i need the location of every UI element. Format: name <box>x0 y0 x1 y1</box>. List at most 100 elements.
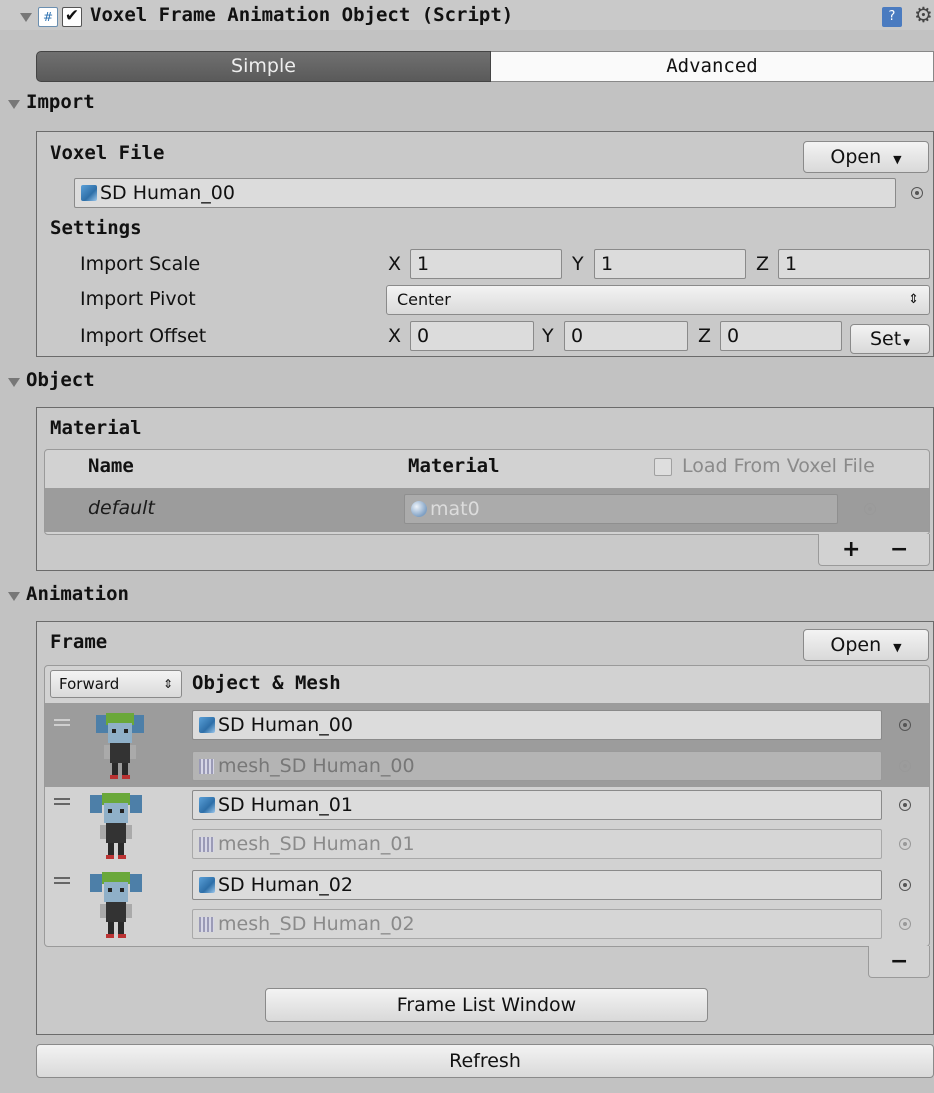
offset-y-field[interactable]: 0 <box>564 321 688 351</box>
direction-dropdown[interactable]: Forward ⇕ <box>50 670 182 698</box>
settings-label: Settings <box>50 217 142 239</box>
material-remove-button[interactable]: − <box>890 537 908 562</box>
voxel-cube-icon <box>199 797 215 813</box>
voxel-file-field[interactable]: SD Human_00 <box>74 178 896 208</box>
tab-simple[interactable]: Simple <box>36 51 491 82</box>
script-icon: # <box>38 7 58 27</box>
voxel-cube-icon <box>199 717 215 733</box>
gear-icon[interactable]: ⚙ <box>914 3 933 27</box>
mesh-icon <box>199 837 214 852</box>
load-from-voxel-checkbox[interactable] <box>654 458 672 476</box>
col-material-header: Material <box>408 455 500 477</box>
direction-value: Forward <box>59 675 120 693</box>
frame-mesh-field-1[interactable]: mesh_SD Human_01 <box>192 829 882 859</box>
frame-mesh-value-1: mesh_SD Human_01 <box>218 833 415 855</box>
frame-open-label: Open <box>830 634 882 656</box>
col-object-mesh-header: Object & Mesh <box>192 672 341 694</box>
import-section-title: Import <box>26 91 95 113</box>
object-picker-icon[interactable] <box>899 799 911 811</box>
voxel-cube-icon <box>81 185 97 201</box>
animation-section-title: Animation <box>26 583 129 605</box>
import-open-label: Open <box>830 146 882 168</box>
offset-x-field[interactable]: 0 <box>410 321 534 351</box>
mesh-icon <box>199 759 214 774</box>
frame-mesh-field-0[interactable]: mesh_SD Human_00 <box>192 751 882 781</box>
drag-handle-icon[interactable] <box>54 719 70 726</box>
object-picker-icon[interactable] <box>899 719 911 731</box>
offset-y-label: Y <box>542 325 554 347</box>
chevron-down-icon: ▼ <box>893 641 902 654</box>
offset-set-button[interactable]: Set ▼ <box>850 324 930 354</box>
offset-set-label: Set <box>869 328 902 350</box>
frame-mesh-value-0: mesh_SD Human_00 <box>218 755 415 777</box>
drag-handle-icon[interactable] <box>54 877 70 884</box>
component-title: Voxel Frame Animation Object (Script) <box>90 4 514 26</box>
scale-z-value: 1 <box>785 253 798 275</box>
scale-x-value: 1 <box>417 253 430 275</box>
offset-y-value: 0 <box>571 325 584 347</box>
foldout-arrow-icon[interactable] <box>20 13 32 22</box>
import-foldout-icon[interactable] <box>8 100 20 109</box>
import-offset-label: Import Offset <box>80 325 207 347</box>
frame-thumbnail-0 <box>96 713 144 779</box>
voxel-cube-icon <box>199 877 215 893</box>
frame-object-field-0[interactable]: SD Human_00 <box>192 710 882 740</box>
help-icon[interactable]: ? <box>882 7 902 27</box>
material-picker-icon[interactable] <box>864 503 876 515</box>
voxel-file-label: Voxel File <box>50 142 165 164</box>
import-open-button[interactable]: Open ▼ <box>803 141 929 173</box>
refresh-label: Refresh <box>449 1050 521 1072</box>
tab-advanced[interactable]: Advanced <box>491 51 934 82</box>
frame-mesh-value-2: mesh_SD Human_02 <box>218 913 415 935</box>
frame-list-window-label: Frame List Window <box>396 994 577 1016</box>
frame-label: Frame <box>50 631 108 653</box>
frame-open-button[interactable]: Open ▼ <box>803 629 929 661</box>
offset-z-value: 0 <box>727 325 740 347</box>
object-section-title: Object <box>26 369 95 391</box>
frame-object-field-1[interactable]: SD Human_01 <box>192 790 882 820</box>
scale-x-field[interactable]: 1 <box>410 249 562 279</box>
scale-z-label: Z <box>756 253 770 275</box>
material-row-name: default <box>88 497 155 519</box>
material-sphere-icon <box>411 501 427 517</box>
mesh-icon <box>199 917 214 932</box>
frame-object-value-1: SD Human_01 <box>218 794 353 816</box>
scale-y-field[interactable]: 1 <box>594 249 746 279</box>
material-row-value: mat0 <box>430 498 480 520</box>
scale-z-field[interactable]: 1 <box>778 249 930 279</box>
mesh-picker-icon[interactable] <box>899 838 911 850</box>
import-scale-label: Import Scale <box>80 253 201 275</box>
material-row-field[interactable]: mat0 <box>404 494 838 524</box>
frame-object-value-2: SD Human_02 <box>218 874 353 896</box>
animation-foldout-icon[interactable] <box>8 592 20 601</box>
frame-thumbnail-1 <box>90 793 142 859</box>
offset-z-label: Z <box>698 325 712 347</box>
frame-object-field-2[interactable]: SD Human_02 <box>192 870 882 900</box>
object-picker-icon[interactable] <box>911 187 923 199</box>
mesh-picker-icon[interactable] <box>899 918 911 930</box>
object-picker-icon[interactable] <box>899 879 911 891</box>
refresh-button[interactable]: Refresh <box>36 1044 934 1078</box>
frame-object-value-0: SD Human_00 <box>218 714 353 736</box>
enabled-checkbox[interactable]: ✔ <box>62 7 82 27</box>
frame-remove-button[interactable]: − <box>890 949 908 974</box>
offset-z-field[interactable]: 0 <box>720 321 842 351</box>
load-from-voxel-label: Load From Voxel File <box>682 455 875 477</box>
voxel-file-value: SD Human_00 <box>100 182 235 204</box>
material-add-button[interactable]: + <box>842 537 860 562</box>
tab-advanced-label: Advanced <box>666 55 758 77</box>
import-pivot-dropdown[interactable]: Center ⇕ <box>386 285 930 315</box>
col-name-header: Name <box>88 455 134 477</box>
updown-arrow-icon: ⇕ <box>162 677 173 691</box>
frame-mesh-field-2[interactable]: mesh_SD Human_02 <box>192 909 882 939</box>
drag-handle-icon[interactable] <box>54 798 70 805</box>
frame-list-window-button[interactable]: Frame List Window <box>265 988 708 1022</box>
scale-y-label: Y <box>572 253 584 275</box>
mesh-picker-icon[interactable] <box>899 760 911 772</box>
scale-x-label: X <box>388 253 402 275</box>
material-label: Material <box>50 417 142 439</box>
object-foldout-icon[interactable] <box>8 378 20 387</box>
offset-x-label: X <box>388 325 402 347</box>
chevron-down-icon: ▼ <box>893 153 902 166</box>
import-pivot-value: Center <box>397 290 451 309</box>
